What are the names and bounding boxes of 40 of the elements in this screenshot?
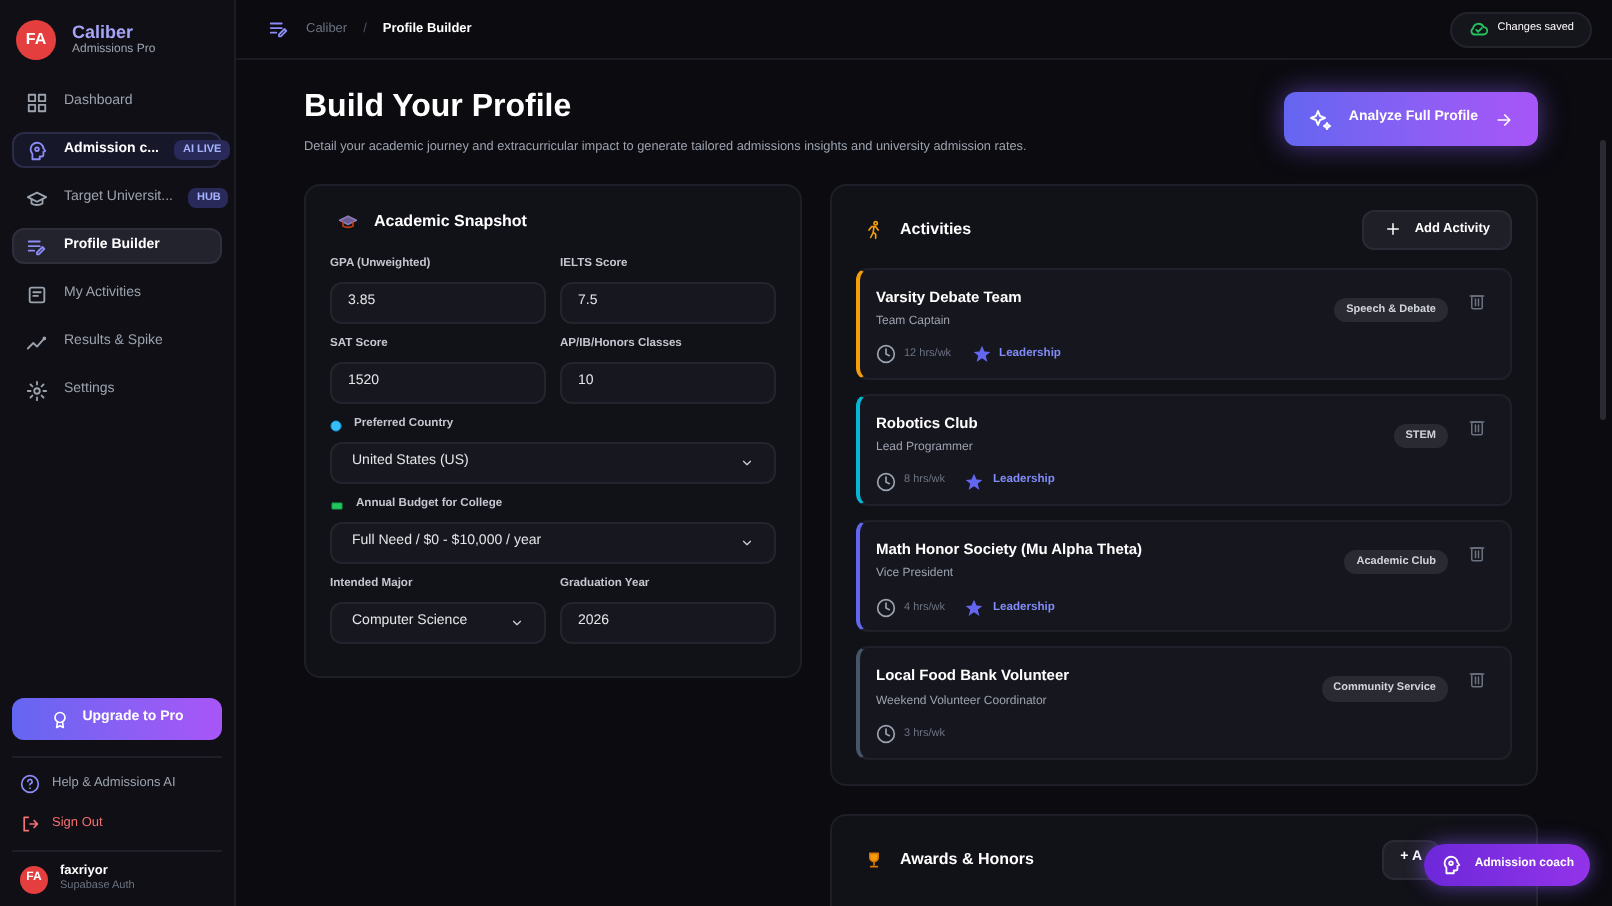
sparkles-icon — [1308, 107, 1333, 131]
help-icon — [20, 774, 40, 794]
chevron-down-icon — [510, 615, 524, 630]
arrow-right-icon — [1494, 109, 1514, 129]
edit-list-icon — [268, 18, 290, 40]
head-icon — [1440, 854, 1463, 876]
card-title: Academic Snapshot — [374, 209, 527, 234]
grid-icon — [26, 91, 48, 113]
badge-icon — [50, 709, 71, 729]
edit-list-icon — [26, 235, 48, 257]
brand-name: Caliber — [72, 21, 136, 43]
page-title: Build Your Profile — [304, 92, 574, 124]
graduation-cap-icon — [338, 211, 358, 232]
star-icon — [964, 597, 985, 618]
clock-icon — [876, 724, 896, 745]
sign-out-icon — [20, 814, 40, 834]
cloud-check-icon — [1467, 18, 1490, 40]
star-icon — [964, 471, 985, 492]
clock-icon — [876, 471, 896, 492]
trophy-icon — [864, 849, 884, 870]
clock-icon — [876, 597, 896, 618]
plus-icon — [1384, 220, 1403, 239]
graduation-cap-icon — [26, 187, 48, 209]
trend-line-icon — [26, 331, 48, 353]
chevron-down-icon — [740, 535, 754, 550]
trash-icon — [1468, 544, 1486, 565]
trash-icon — [1468, 417, 1486, 438]
card-title: Awards & Honors — [900, 847, 1034, 872]
banknote-icon — [330, 499, 344, 512]
card-title: Activities — [900, 217, 972, 242]
running-figure-icon — [864, 219, 884, 240]
trash-icon — [1468, 670, 1486, 691]
avatar: FA — [16, 20, 56, 60]
star-icon — [971, 344, 992, 365]
head-icon — [26, 139, 48, 161]
clipboard-icon — [26, 283, 48, 305]
scrollbar[interactable] — [1600, 140, 1606, 420]
trash-icon — [1468, 291, 1486, 312]
clock-icon — [876, 344, 896, 365]
chevron-down-icon — [740, 455, 754, 470]
